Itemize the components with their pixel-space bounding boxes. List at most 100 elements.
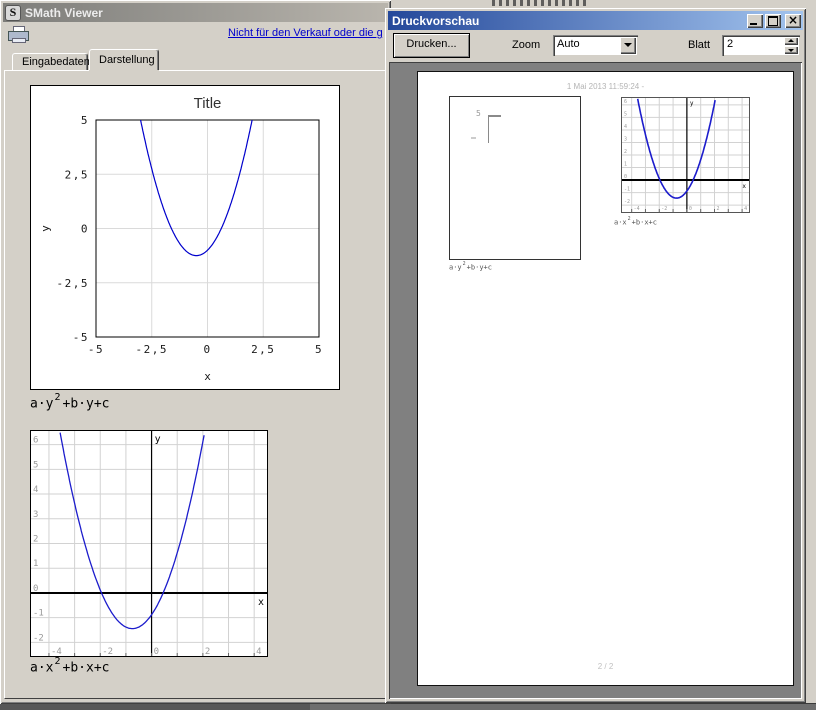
maximize-button[interactable] — [765, 14, 781, 28]
license-link[interactable]: Nicht für den Verkauf oder die g — [228, 27, 383, 39]
formula-lead: a·x — [614, 218, 627, 226]
preview-formula-a-y2: a·y2+b·y+c — [449, 262, 492, 271]
svg-text:2: 2 — [33, 535, 38, 545]
svg-text:-5: -5 — [88, 343, 104, 356]
svg-text:-4: -4 — [51, 647, 62, 656]
svg-text:x: x — [742, 183, 746, 190]
svg-text:0: 0 — [33, 584, 38, 594]
dialog-title: Druckvorschau — [392, 14, 745, 28]
zoom-dropdown-button[interactable] — [620, 37, 636, 54]
close-button[interactable]: × — [785, 14, 801, 28]
svg-text:6: 6 — [624, 99, 627, 105]
svg-text:y: y — [39, 225, 52, 232]
smath-logo-icon: S — [5, 5, 21, 21]
zoom-label: Zoom — [512, 39, 540, 51]
print-button[interactable]: Drucken... — [393, 33, 470, 58]
close-icon: × — [785, 13, 801, 27]
tab-eingabedaten[interactable]: Eingabedaten — [12, 53, 88, 70]
svg-text:1: 1 — [624, 162, 627, 168]
screen: S SMath Viewer Nicht für den Verkauf ode… — [0, 0, 816, 710]
svg-text:3: 3 — [624, 136, 627, 142]
svg-text:4: 4 — [624, 124, 627, 130]
formula-a-y2: a·y2+b·y+c — [30, 394, 109, 411]
svg-text:4: 4 — [256, 647, 261, 656]
minimize-icon — [750, 23, 757, 25]
smath-viewer-window: S SMath Viewer Nicht für den Verkauf ode… — [0, 0, 391, 704]
formula-rest: +b·y+c — [63, 396, 110, 411]
svg-text:-2: -2 — [661, 206, 667, 212]
svg-text:y: y — [690, 100, 694, 107]
preview-plot-axis-corner — [488, 115, 501, 143]
arrow-up-icon — [788, 39, 794, 42]
svg-text:-2: -2 — [102, 647, 113, 656]
tab-darstellung[interactable]: Darstellung — [89, 49, 159, 70]
preview-grid-plot: 6543210-1-2-4-2024yx — [621, 97, 750, 213]
sheet-up-button[interactable] — [784, 37, 798, 45]
svg-text:-2: -2 — [33, 633, 44, 643]
svg-text:0: 0 — [203, 343, 211, 356]
formula-lead: a·y — [449, 263, 462, 271]
zoom-select[interactable]: Auto — [553, 35, 638, 56]
minimize-button[interactable] — [747, 14, 763, 28]
page-header-date: 1 Mai 2013 11:59:24 - — [418, 82, 793, 91]
formula-rest: +b·y+c — [467, 263, 492, 271]
printer-tray — [12, 38, 26, 43]
svg-text:2,5: 2,5 — [251, 343, 275, 356]
svg-text:2: 2 — [716, 206, 719, 212]
dialog-titlebar[interactable]: Druckvorschau × — [388, 11, 803, 30]
svg-text:3: 3 — [33, 510, 38, 520]
background-window-artifact — [492, 0, 588, 6]
chevron-down-icon — [624, 43, 632, 47]
plot-title-parabola: -5-2,502,55-5-2,502,55Titlexy — [30, 85, 340, 390]
formula-sup: 2 — [54, 392, 60, 403]
svg-text:Title: Title — [194, 95, 222, 112]
svg-text:4: 4 — [744, 206, 747, 212]
formula-lead: a·y — [30, 396, 53, 411]
svg-text:0: 0 — [154, 647, 159, 656]
preview-empty-plot: 5 — [449, 96, 581, 260]
print-icon[interactable] — [8, 26, 29, 43]
svg-text:0: 0 — [81, 223, 89, 236]
smath-window-title: SMath Viewer — [25, 6, 386, 20]
svg-text:5: 5 — [624, 111, 627, 117]
formula-sup: 2 — [54, 656, 60, 667]
svg-text:0: 0 — [624, 174, 627, 180]
svg-text:x: x — [258, 597, 264, 608]
svg-text:y: y — [155, 434, 161, 445]
svg-text:-2,5: -2,5 — [57, 277, 90, 290]
zoom-select-value: Auto — [557, 38, 580, 50]
svg-text:5: 5 — [81, 114, 89, 127]
svg-text:-1: -1 — [624, 187, 630, 193]
preview-page: 1 Mai 2013 11:59:24 - 5 a·y2+b·y+c 65432… — [417, 71, 794, 686]
preview-plot-artifact — [471, 137, 476, 139]
print-preview-dialog: Druckvorschau × Drucken... Zoom Auto Bla… — [385, 8, 806, 703]
svg-text:5: 5 — [315, 343, 323, 356]
maximize-icon — [768, 16, 778, 26]
formula-a-x2: a·x2+b·x+c — [30, 658, 109, 675]
sheet-number-input[interactable]: 2 — [722, 35, 800, 56]
svg-text:-5: -5 — [73, 331, 89, 344]
plot-grid-parabola: 6543210-1-2-4-2024yx — [30, 430, 268, 657]
svg-text:6: 6 — [33, 436, 38, 446]
sheet-down-button[interactable] — [784, 46, 798, 54]
svg-text:2: 2 — [624, 149, 627, 155]
screen-bottom-edge — [0, 703, 816, 710]
sheet-number-value: 2 — [727, 38, 733, 50]
svg-text:x: x — [204, 370, 211, 383]
page-footer-number: 2 / 2 — [418, 662, 793, 671]
svg-text:1: 1 — [33, 559, 38, 569]
formula-lead: a·x — [30, 660, 53, 675]
svg-text:-4: -4 — [634, 206, 640, 212]
smath-titlebar[interactable]: S SMath Viewer — [3, 3, 388, 22]
preview-plot-tick: 5 — [476, 109, 481, 118]
svg-text:-1: -1 — [33, 609, 44, 619]
formula-sup: 2 — [628, 216, 631, 222]
formula-rest: +b·x+c — [63, 660, 110, 675]
preview-panel[interactable]: 1 Mai 2013 11:59:24 - 5 a·y2+b·y+c 65432… — [389, 62, 802, 699]
svg-text:5: 5 — [33, 460, 38, 470]
svg-text:0: 0 — [689, 206, 692, 212]
svg-text:2: 2 — [205, 647, 210, 656]
arrow-down-icon — [788, 49, 794, 52]
svg-text:-2,5: -2,5 — [136, 343, 169, 356]
preview-formula-a-x2: a·x2+b·x+c — [614, 217, 657, 226]
